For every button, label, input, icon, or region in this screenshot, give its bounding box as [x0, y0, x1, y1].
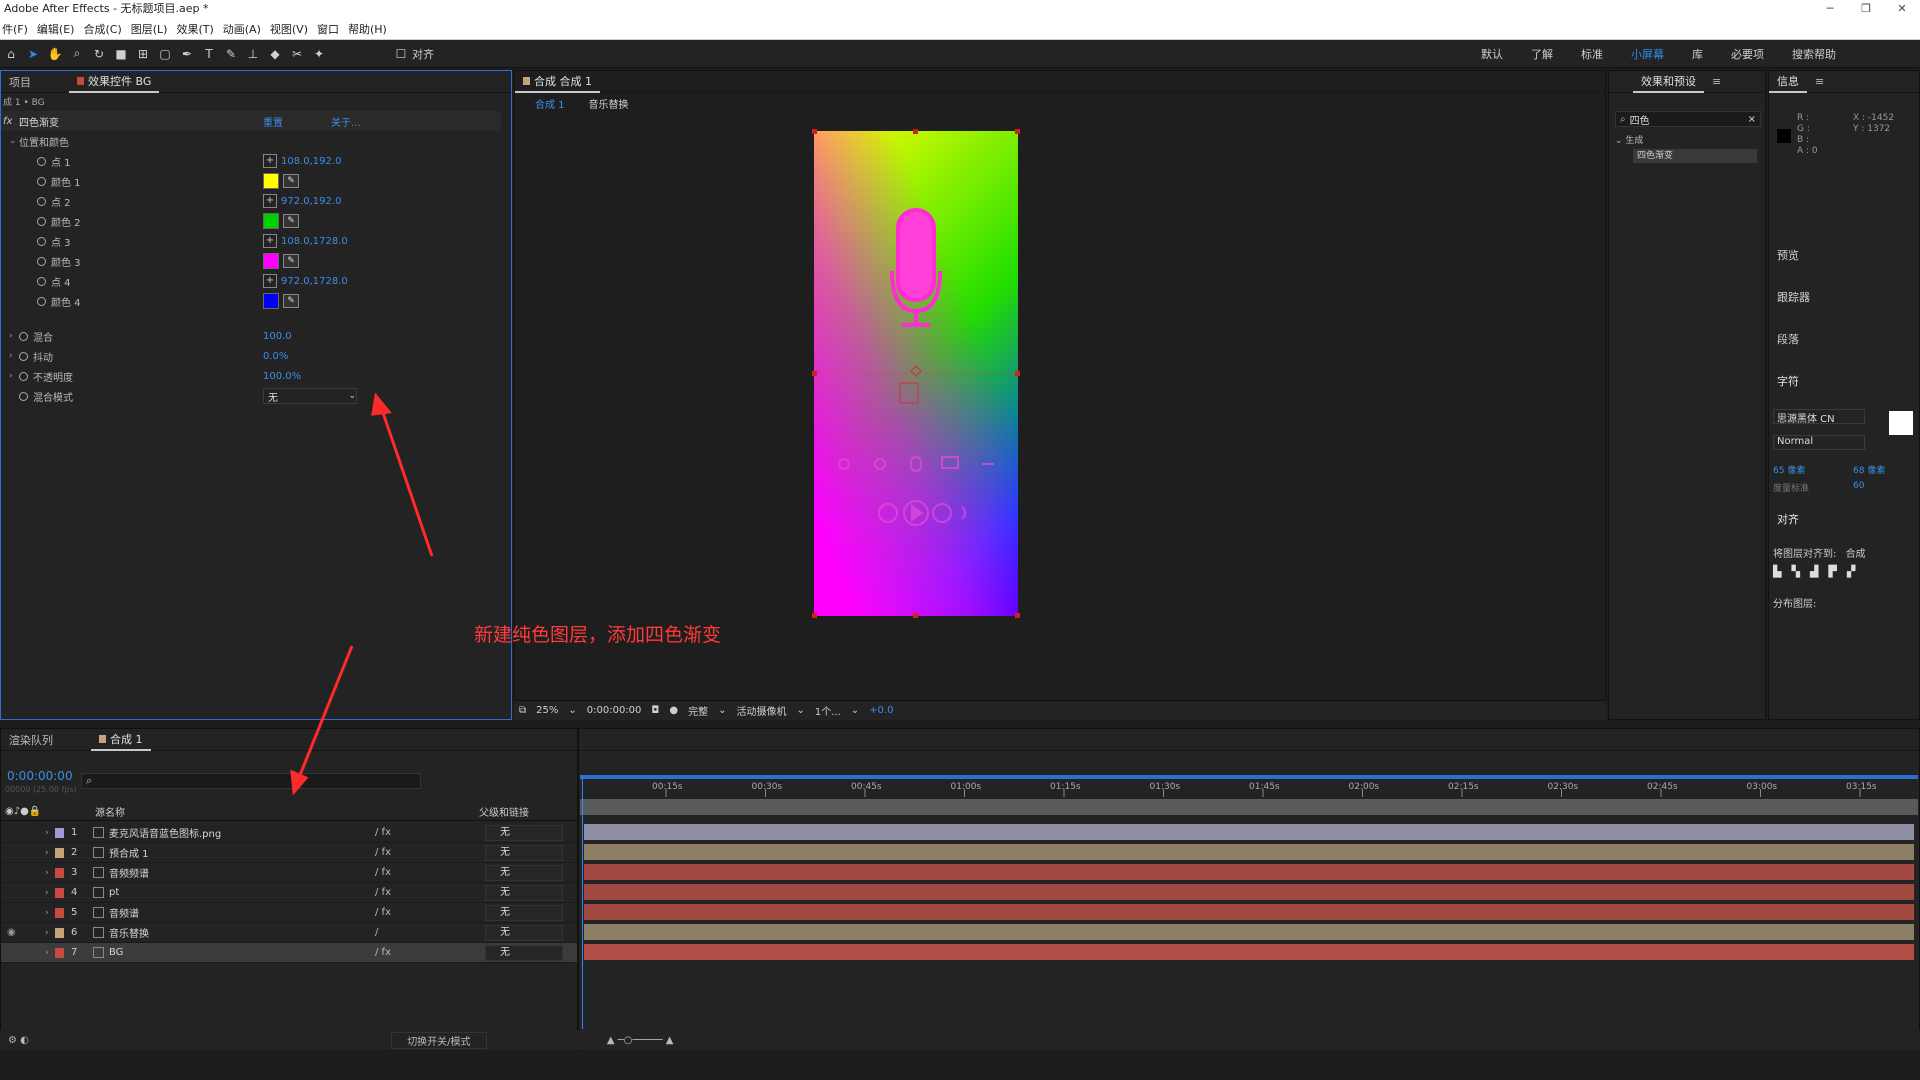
annotation-arrows	[290, 392, 434, 796]
annotation-text: 新建纯色图层，添加四色渐变	[474, 624, 722, 646]
after-effects-window: Adobe After Effects - 无标题项目.aep * ─ ❐ ✕ …	[0, 0, 1920, 1080]
